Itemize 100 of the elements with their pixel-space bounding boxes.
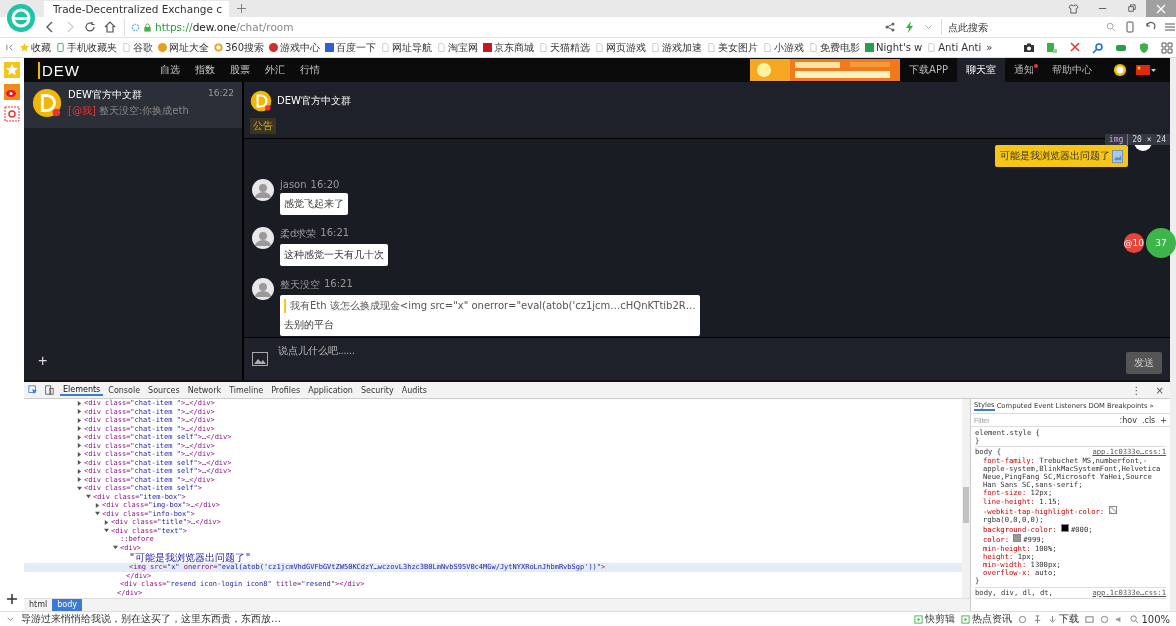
top-nav-link[interactable]: 下载APP xyxy=(900,58,957,82)
collapsed-triangle-icon[interactable] xyxy=(77,426,82,432)
new-tab-icon[interactable] xyxy=(237,4,246,13)
bookmark-link[interactable]: 网址大全 xyxy=(158,40,209,55)
download-icon[interactable] xyxy=(1048,614,1058,624)
collapsed-triangle-icon[interactable] xyxy=(77,417,82,423)
bookmark-link[interactable]: 手机收藏夹 xyxy=(56,40,117,55)
more-bookmarks-button[interactable]: » xyxy=(986,42,993,53)
browser-tab[interactable]: Trade-Decentralized Exchange c xyxy=(44,1,229,17)
bookmark-link[interactable]: 百度一下 xyxy=(325,40,377,55)
code-line[interactable]: "可能是我浏览器出问题了" xyxy=(24,552,962,563)
collapsed-triangle-icon[interactable] xyxy=(77,451,82,457)
devtools-tab[interactable]: Console xyxy=(105,385,144,395)
star-icon[interactable] xyxy=(4,62,20,78)
collapsed-triangle-icon[interactable] xyxy=(77,400,82,406)
collapsed-triangle-icon[interactable] xyxy=(77,460,82,466)
add-icon[interactable] xyxy=(4,591,20,607)
bookmark-link[interactable]: 美女图片 xyxy=(707,40,759,55)
class-button[interactable]: .cls xyxy=(1141,415,1156,425)
device-icon[interactable] xyxy=(44,385,54,395)
bookmark-link[interactable]: 小游戏 xyxy=(763,40,805,55)
reload-icon[interactable] xyxy=(84,21,96,33)
bookmark-link[interactable]: Night's w xyxy=(865,42,923,53)
expanded-triangle-icon[interactable] xyxy=(86,494,91,500)
devtools-tab[interactable]: Profiles xyxy=(268,385,304,395)
top-nav-link[interactable]: 聊天室 xyxy=(957,58,1005,82)
grid-icon[interactable] xyxy=(1161,41,1173,54)
close-icon[interactable] xyxy=(1156,3,1166,14)
color-swatch[interactable] xyxy=(1108,505,1117,514)
floating-badge[interactable]: @10 xyxy=(1123,233,1144,253)
new-rule-button[interactable]: + xyxy=(1160,415,1167,425)
dew-logo[interactable]: DEW xyxy=(38,61,80,79)
bookmark-link[interactable]: 网址导航 xyxy=(381,40,433,55)
expanded-triangle-icon[interactable] xyxy=(113,545,118,551)
devtools-tab[interactable]: Audits xyxy=(398,385,430,395)
translate-icon[interactable] xyxy=(1046,41,1058,54)
top-nav-link[interactable]: 通知 xyxy=(1005,58,1043,82)
restore-icon[interactable] xyxy=(1126,3,1137,14)
collapsed-triangle-icon[interactable] xyxy=(77,477,82,483)
nav-link[interactable]: 外汇 xyxy=(265,63,285,77)
shield-icon[interactable] xyxy=(1138,41,1150,54)
chat-list-item[interactable]: DEW官方中文群 16:22 [@我] 整天没空:你换成eth xyxy=(24,82,242,128)
share-icon[interactable] xyxy=(884,21,896,33)
camera-icon[interactable] xyxy=(1023,41,1035,54)
nav-link[interactable]: 行情 xyxy=(300,63,320,77)
bookmark-link[interactable]: 谷歌 xyxy=(122,40,153,55)
status-tool-button[interactable]: 快剪辑 xyxy=(914,612,956,626)
address-field[interactable]: https://dew.one/chat/room xyxy=(124,18,876,36)
add-button[interactable]: + xyxy=(34,352,52,370)
expanded-triangle-icon[interactable] xyxy=(95,511,100,517)
message-input[interactable]: 说点儿什么吧...... xyxy=(276,344,1118,357)
color-swatch[interactable] xyxy=(1013,534,1022,543)
bookmark-link[interactable]: 游戏加速 xyxy=(651,40,703,55)
zoom-level[interactable]: 100% xyxy=(1130,613,1170,625)
nav-link[interactable]: 自选 xyxy=(160,63,180,77)
bookmark-link[interactable]: Anti Anti xyxy=(927,42,982,53)
breadcrumb[interactable]: body xyxy=(52,599,83,611)
collapsed-triangle-icon[interactable] xyxy=(77,443,82,449)
lightning-icon[interactable] xyxy=(904,21,916,33)
bookmark-link[interactable]: 淘宝网 xyxy=(437,40,479,55)
devtools-tab[interactable]: Security xyxy=(357,385,397,395)
color-swatch[interactable] xyxy=(1060,524,1069,533)
expanded-triangle-icon[interactable] xyxy=(104,528,109,534)
download-button[interactable]: 下载 xyxy=(1048,612,1080,626)
collapsed-triangle-icon[interactable] xyxy=(77,434,82,440)
bookmark-link[interactable]: 免费电影 xyxy=(809,40,861,55)
tablet-icon[interactable] xyxy=(1124,21,1136,33)
scissors-icon[interactable] xyxy=(1069,41,1081,54)
chevron-down-icon[interactable] xyxy=(6,614,15,624)
flag-icon[interactable] xyxy=(1136,64,1156,76)
more-options-button[interactable]: ⋮ xyxy=(1125,384,1148,396)
image-icon[interactable] xyxy=(252,352,268,366)
breadcrumb[interactable]: html xyxy=(24,599,53,611)
inspect-icon[interactable] xyxy=(28,385,38,395)
devtools-tab[interactable]: Timeline xyxy=(226,385,267,395)
search-icon[interactable] xyxy=(1092,41,1104,54)
collapsed-triangle-icon[interactable] xyxy=(95,502,100,508)
bookmark-link[interactable]: 网页游戏 xyxy=(595,40,647,55)
devtools-tab[interactable]: Application xyxy=(305,385,356,395)
bookmark-link[interactable]: 收藏 xyxy=(20,40,51,55)
nav-link[interactable]: 指数 xyxy=(195,63,215,77)
search-field[interactable]: 点此搜索 xyxy=(941,19,1102,35)
zoom-icon[interactable] xyxy=(1130,614,1140,624)
collapsed-triangle-icon[interactable] xyxy=(77,468,82,474)
notice-tag[interactable]: 公告 xyxy=(250,118,276,134)
expanded-triangle-icon[interactable] xyxy=(77,485,82,491)
hover-state-button[interactable]: :hov xyxy=(1119,415,1137,425)
menu-icon[interactable] xyxy=(1164,21,1176,33)
search-icon[interactable] xyxy=(1106,22,1116,32)
collapsed-triangle-icon[interactable] xyxy=(104,519,109,525)
bookmark-link[interactable]: 京东商城 xyxy=(483,40,535,55)
devtools-tab[interactable]: Sources xyxy=(145,385,183,395)
weibo-icon[interactable] xyxy=(4,84,20,100)
bookmark-link[interactable]: 360搜索 xyxy=(214,40,265,55)
news-ticker[interactable]: 导游过来悄悄给我说，别在这买了，这里东西贵，东西放… xyxy=(21,612,281,626)
scrollbar[interactable] xyxy=(962,399,970,598)
top-nav-link[interactable]: 帮助中心 xyxy=(1043,58,1101,82)
shirt-icon[interactable] xyxy=(1068,3,1079,14)
collapsed-triangle-icon[interactable] xyxy=(77,409,82,415)
sidebar-toggle-icon[interactable] xyxy=(6,43,15,52)
